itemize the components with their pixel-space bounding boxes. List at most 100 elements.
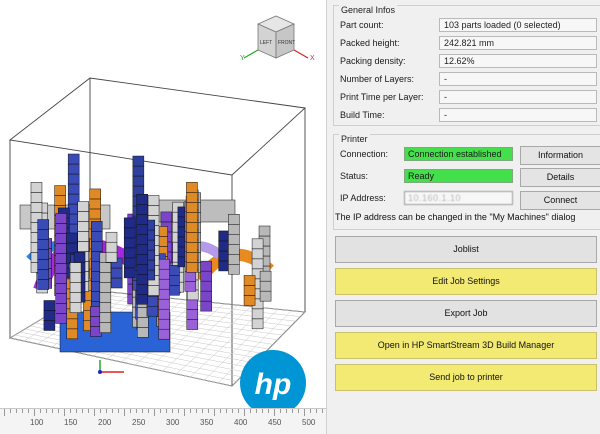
build-part-cube[interactable] xyxy=(67,153,80,165)
build-part-cube[interactable] xyxy=(99,322,112,333)
build-part-cube[interactable] xyxy=(186,192,198,203)
build-part-cube[interactable] xyxy=(99,292,112,303)
build-part-cube[interactable] xyxy=(77,211,89,222)
build-part-cube[interactable] xyxy=(123,227,136,239)
build-part-cube[interactable] xyxy=(186,212,198,223)
build-part-cube[interactable] xyxy=(67,163,80,175)
build-part-cube[interactable] xyxy=(184,281,197,292)
build-part-cube[interactable] xyxy=(69,302,82,313)
build-part-cube[interactable] xyxy=(186,309,199,320)
build-part-cube[interactable] xyxy=(186,232,198,243)
edit-job-settings-button[interactable]: Edit Job Settings xyxy=(335,268,597,295)
build-part-cube[interactable] xyxy=(105,231,118,243)
build-part-cube[interactable] xyxy=(30,182,43,193)
build-part-cube[interactable] xyxy=(200,260,212,272)
build-part-cube[interactable] xyxy=(90,221,103,232)
build-part-cube[interactable] xyxy=(105,241,118,253)
build-part-cube[interactable] xyxy=(132,165,145,177)
build-part-cube[interactable] xyxy=(99,312,112,323)
build-part-cube[interactable] xyxy=(186,202,198,213)
build-part-cube[interactable] xyxy=(146,305,159,317)
build-part-cube[interactable] xyxy=(243,275,256,286)
build-part-cube[interactable] xyxy=(30,202,43,213)
build-part-cube[interactable] xyxy=(43,320,56,331)
build-part-cube[interactable] xyxy=(132,175,145,187)
build-part-cube[interactable] xyxy=(218,240,230,252)
build-part-cube[interactable] xyxy=(168,275,180,286)
build-part-cube[interactable] xyxy=(123,257,136,269)
build-part-cube[interactable] xyxy=(77,221,89,232)
build-part-cube[interactable] xyxy=(89,188,101,200)
build-part-cube[interactable] xyxy=(186,242,198,253)
build-part-cube[interactable] xyxy=(110,277,123,289)
build-part-cube[interactable] xyxy=(90,241,103,252)
build-part-cube[interactable] xyxy=(243,285,256,296)
export-job-button[interactable]: Export Job xyxy=(335,300,597,327)
build-part-cube[interactable] xyxy=(55,253,67,264)
build-part-cube[interactable] xyxy=(259,290,272,302)
build-part-cube[interactable] xyxy=(37,269,49,280)
build-part-cube[interactable] xyxy=(158,318,170,330)
build-part-cube[interactable] xyxy=(136,224,149,235)
build-part-cube[interactable] xyxy=(136,204,149,215)
build-part-cube[interactable] xyxy=(136,244,149,255)
build-part-cube[interactable] xyxy=(251,238,264,250)
build-part-cube[interactable] xyxy=(66,232,78,244)
build-part-cube[interactable] xyxy=(228,254,240,265)
build-part-cube[interactable] xyxy=(186,299,199,310)
build-part-cube[interactable] xyxy=(160,211,173,223)
build-part-cube[interactable] xyxy=(200,290,212,302)
build-part-cube[interactable] xyxy=(136,194,149,205)
build-part-cube[interactable] xyxy=(55,213,67,224)
build-part-cube[interactable] xyxy=(37,229,49,240)
build-part-cube[interactable] xyxy=(200,280,212,292)
build-part-cube[interactable] xyxy=(251,248,264,260)
build-part-cube[interactable] xyxy=(186,182,198,193)
build-part-cube[interactable] xyxy=(186,262,198,273)
build-part-cube[interactable] xyxy=(123,237,136,249)
build-part-cube[interactable] xyxy=(66,242,78,254)
build-part-cube[interactable] xyxy=(158,288,170,300)
build-part-cube[interactable] xyxy=(186,222,198,233)
build-part-cube[interactable] xyxy=(200,270,212,282)
build-part-cube[interactable] xyxy=(251,258,264,270)
build-part-cube[interactable] xyxy=(55,263,67,274)
build-part-cube[interactable] xyxy=(200,300,212,312)
build-part-cube[interactable] xyxy=(110,267,123,279)
build-part-cube[interactable] xyxy=(259,270,272,282)
build-part-cube[interactable] xyxy=(136,284,149,295)
build-part-cube[interactable] xyxy=(43,310,56,321)
build-part-cube[interactable] xyxy=(66,318,78,330)
build-part-cube[interactable] xyxy=(55,243,67,254)
build-part-cube[interactable] xyxy=(259,280,272,292)
build-part-cube[interactable] xyxy=(89,208,101,220)
build-part-cube[interactable] xyxy=(186,252,198,263)
build-part-cube[interactable] xyxy=(105,251,118,263)
build-part-cube[interactable] xyxy=(99,272,112,283)
build-part-cube[interactable] xyxy=(37,239,49,250)
open-in-build-manager-button[interactable]: Open in HP SmartStream 3D Build Manager xyxy=(335,332,597,359)
build-part-cube[interactable] xyxy=(37,219,49,230)
build-part-cube[interactable] xyxy=(136,274,149,285)
build-part-cube[interactable] xyxy=(55,293,67,304)
build-part-cube[interactable] xyxy=(69,272,82,283)
build-part-cube[interactable] xyxy=(168,285,180,296)
build-part-cube[interactable] xyxy=(251,308,264,320)
build-part-cube[interactable] xyxy=(54,185,66,196)
build-part-cube[interactable] xyxy=(228,234,240,245)
build-part-cube[interactable] xyxy=(43,300,56,311)
build-part-cube[interactable] xyxy=(228,224,240,235)
build-part-cube[interactable] xyxy=(136,234,149,245)
build-part-cube[interactable] xyxy=(55,303,67,314)
build-part-cube[interactable] xyxy=(67,173,80,185)
build-part-cube[interactable] xyxy=(243,295,256,306)
build-part-cube[interactable] xyxy=(251,318,264,330)
details-button[interactable]: Details xyxy=(520,168,600,187)
build-part-cube[interactable] xyxy=(77,201,89,212)
build-part-cube[interactable] xyxy=(184,271,197,282)
build-part-cube[interactable] xyxy=(258,225,271,237)
3d-viewport[interactable]: LEFT FRONT Y X hp 100 150 200 250 300 350 400 4… xyxy=(0,0,326,434)
ip-address-field[interactable]: 10.160.1.10 xyxy=(404,191,513,205)
build-part-cube[interactable] xyxy=(136,214,149,225)
build-part-cube[interactable] xyxy=(69,292,82,303)
